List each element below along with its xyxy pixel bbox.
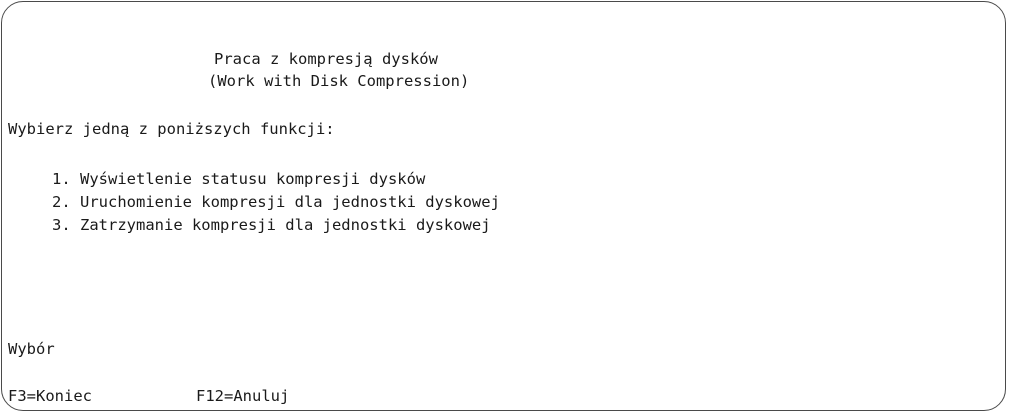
terminal-screen: Praca z kompresją dysków (Work with Disk… — [1, 1, 1006, 411]
f3-exit-key[interactable]: F3=Koniec — [8, 387, 92, 405]
menu-option-display-status[interactable]: 1. Wyświetlenie statusu kompresji dysków — [52, 170, 425, 188]
menu-option-stop-compression[interactable]: 3. Zatrzymanie kompresji dla jednostki d… — [52, 216, 491, 234]
selection-prompt: Wybierz jedną z poniższych funkcji: — [8, 120, 335, 138]
menu-option-start-compression[interactable]: 2. Uruchomienie kompresji dla jednostki … — [52, 193, 500, 211]
screen-subtitle: (Work with Disk Compression) — [208, 72, 470, 90]
f12-cancel-key[interactable]: F12=Anuluj — [196, 387, 289, 405]
choice-label: Wybór — [8, 340, 55, 358]
choice-input[interactable] — [82, 336, 202, 358]
screen-title: Praca z kompresją dysków — [214, 50, 438, 68]
